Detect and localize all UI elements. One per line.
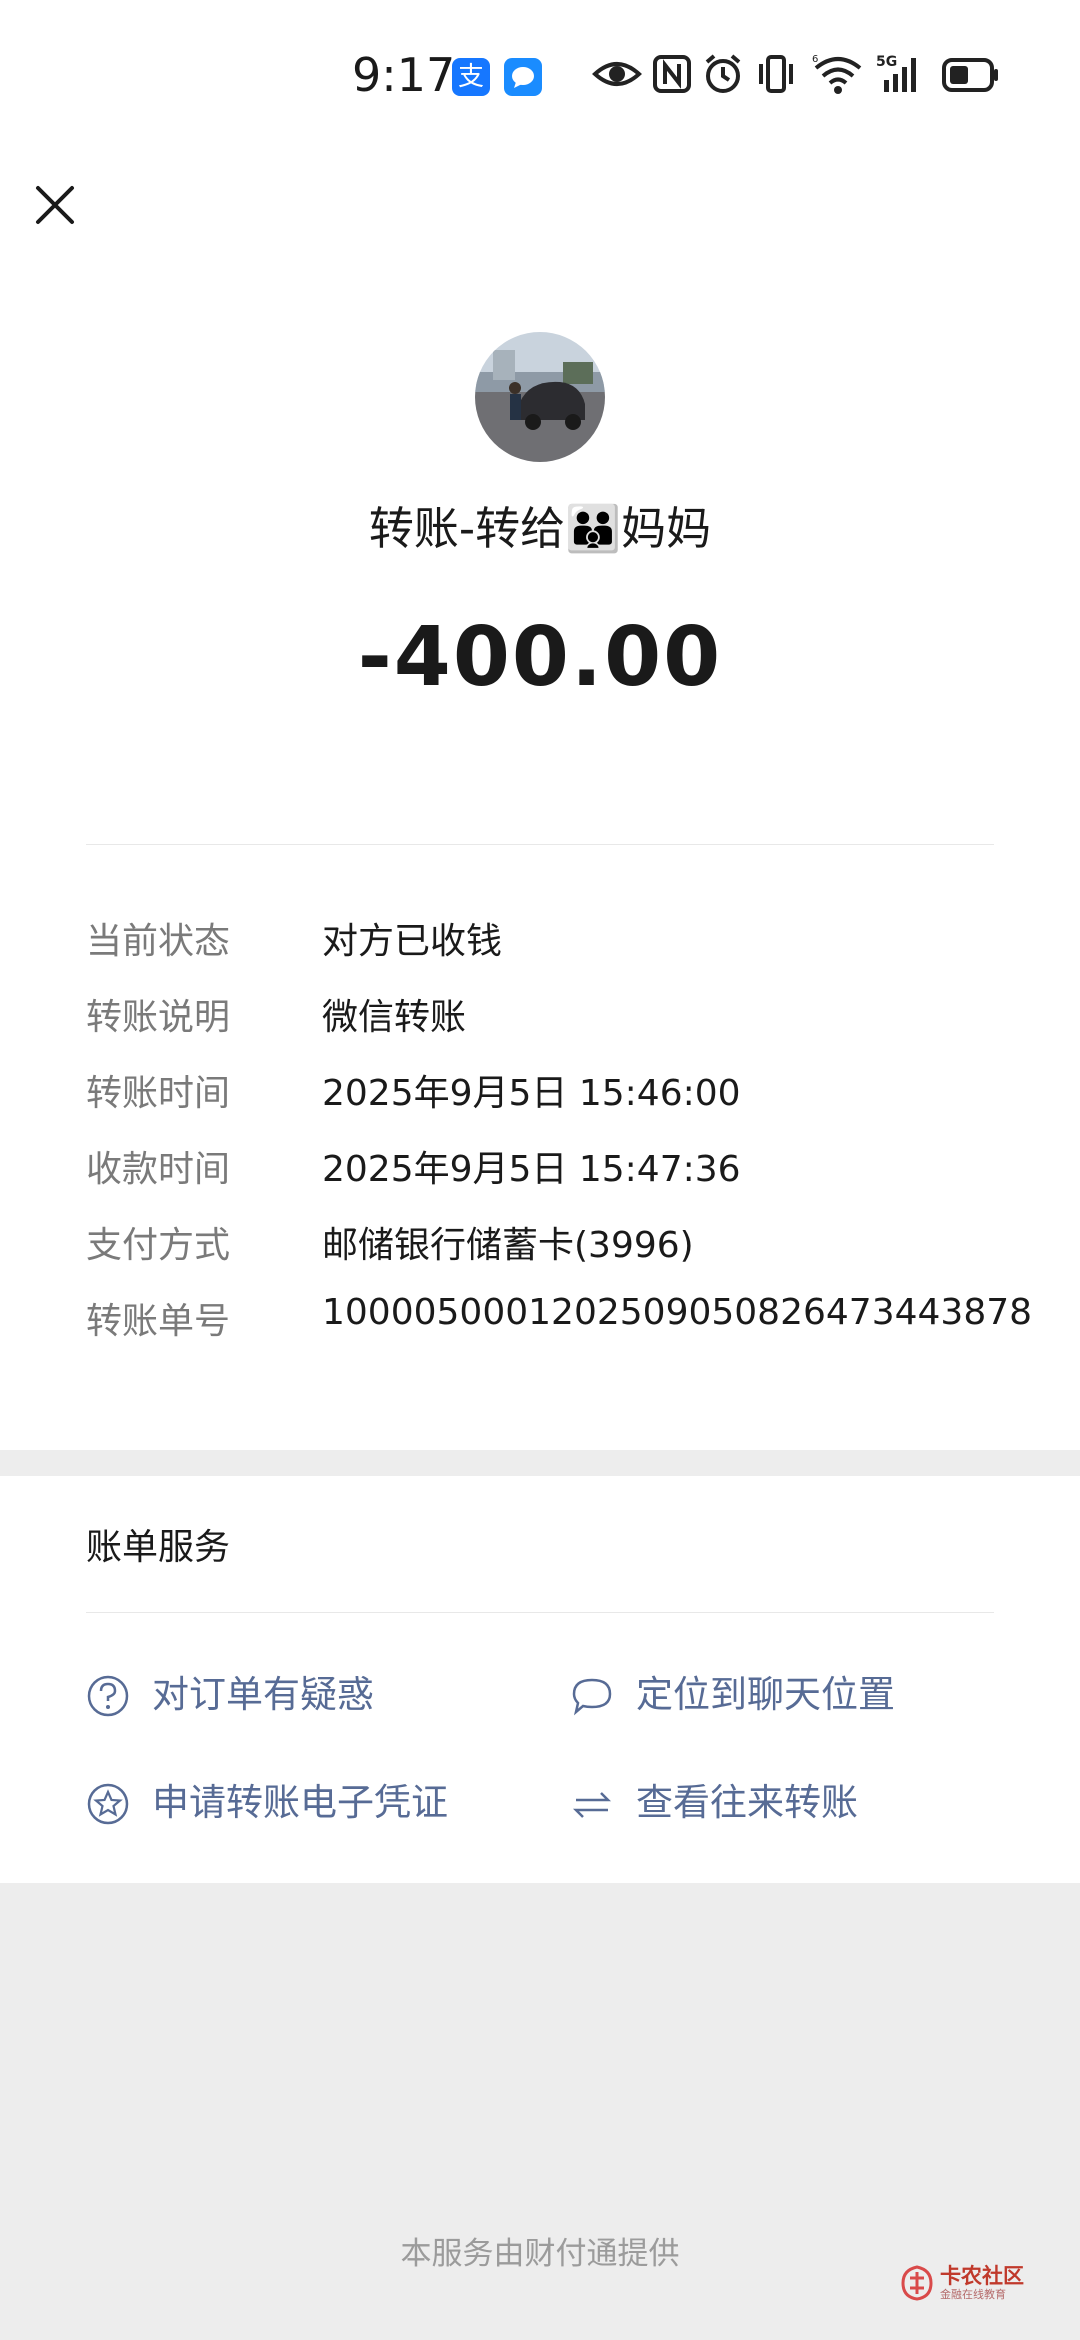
detail-label: 收款时间 bbox=[86, 1149, 231, 1190]
eye-icon bbox=[592, 52, 642, 100]
swap-arrows-icon bbox=[572, 1792, 612, 1818]
transfer-id-value[interactable]: 100005000120250905082647344387​8 bbox=[322, 1292, 1032, 1333]
close-button[interactable] bbox=[30, 180, 80, 230]
divider bbox=[86, 844, 994, 845]
status-bar: 9:17 支 6 5G bbox=[0, 0, 1080, 160]
bill-services: 账单服务 对订单有疑惑 定位到聊天位置 申请转账电子凭证 查看往来转账 bbox=[0, 1476, 1080, 1883]
message-icon bbox=[504, 58, 542, 96]
svc-label: 查看往来转账 bbox=[636, 1781, 858, 1824]
question-icon bbox=[87, 1675, 129, 1717]
detail-value: 对方已收钱 bbox=[322, 921, 503, 962]
watermark-subtitle: 金融在线教育 bbox=[940, 2288, 1006, 2301]
detail-row-receive-time: 收款时间 2025年9月5日 15:47:36 bbox=[86, 1140, 1046, 1200]
transfer-amount: -400.00 bbox=[357, 610, 723, 705]
detail-label: 转账时间 bbox=[86, 1073, 231, 1114]
detail-row-note: 转账说明 微信转账 bbox=[86, 988, 1046, 1048]
detail-label: 支付方式 bbox=[86, 1225, 231, 1266]
avatar[interactable] bbox=[475, 332, 605, 462]
detail-value: 2025年9月5日 15:47:36 bbox=[322, 1149, 741, 1190]
detail-row-status: 当前状态 对方已收钱 bbox=[86, 912, 1046, 972]
detail-label: 当前状态 bbox=[86, 921, 231, 962]
alipay-icon: 支 bbox=[452, 58, 490, 96]
detail-row-payment-method: 支付方式 邮储银行储蓄卡(3996) bbox=[86, 1216, 1046, 1276]
detail-label: 转账说明 bbox=[86, 997, 231, 1038]
star-badge-icon bbox=[87, 1783, 129, 1825]
transfer-detail-card: 转账-转给👪妈妈 -400.00 当前状态 对方已收钱 转账说明 微信转账 转账… bbox=[0, 270, 1080, 1450]
svg-text:5G: 5G bbox=[876, 54, 897, 70]
detail-label: 转账单号 bbox=[86, 1301, 231, 1342]
kanong-logo-icon bbox=[901, 2265, 933, 2301]
signal-5g-icon: 5G bbox=[876, 52, 924, 100]
detail-row-transfer-id: 转账单号 100005000120250905082647344387​8 bbox=[86, 1292, 1046, 1352]
vibrate-icon bbox=[756, 52, 796, 100]
watermark: 卡农社区 金融在线教育 bbox=[898, 2260, 1028, 2306]
svc-label: 申请转账电子凭证 bbox=[152, 1781, 448, 1824]
services-title: 账单服务 bbox=[86, 1527, 231, 1568]
detail-value: 2025年9月5日 15:46:00 bbox=[322, 1073, 741, 1114]
close-icon bbox=[36, 186, 74, 224]
family-emoji-icon: 👪 bbox=[565, 502, 622, 555]
nfc-icon bbox=[652, 52, 692, 100]
wifi-icon: 6 bbox=[812, 52, 864, 100]
top-bar bbox=[0, 160, 1080, 271]
detail-row-transfer-time: 转账时间 2025年9月5日 15:46:00 bbox=[86, 1064, 1046, 1124]
detail-value: 微信转账 bbox=[322, 997, 467, 1038]
detail-value: 邮储银行储蓄卡(3996) bbox=[322, 1225, 694, 1266]
svg-text:6: 6 bbox=[812, 54, 818, 65]
chat-bubble-icon bbox=[572, 1678, 612, 1716]
status-time: 9:17 bbox=[352, 48, 456, 102]
recipient-name: 妈妈 bbox=[621, 502, 712, 555]
alarm-icon bbox=[702, 52, 744, 100]
transfer-title-prefix: 转账-转给 bbox=[368, 502, 566, 555]
svc-label: 对订单有疑惑 bbox=[152, 1673, 374, 1716]
battery-icon bbox=[942, 52, 1000, 100]
svc-label: 定位到聊天位置 bbox=[636, 1673, 895, 1716]
transfer-title: 转账-转给👪妈妈 bbox=[0, 492, 1080, 557]
divider bbox=[86, 1612, 994, 1613]
